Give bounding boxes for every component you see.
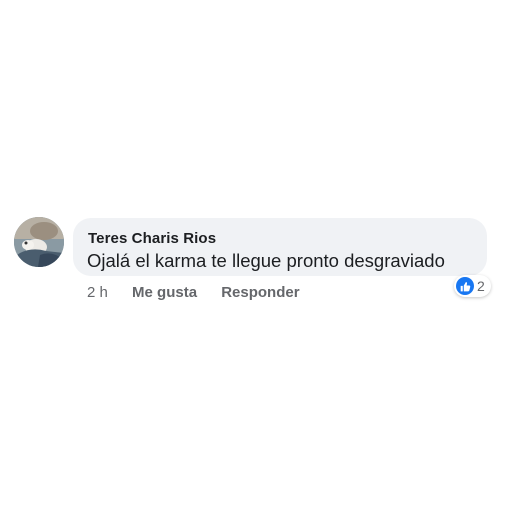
reaction-count: 2 [477, 278, 485, 294]
comment-author[interactable]: Teres Charis Rios [88, 230, 216, 247]
reaction-summary[interactable]: 2 [454, 275, 491, 297]
comment-timestamp[interactable]: 2 h [87, 284, 108, 301]
avatar[interactable] [14, 217, 64, 267]
comment-text: Ojalá el karma te llegue pronto desgravi… [87, 250, 445, 271]
comment-actions: 2 h Me gusta Responder [87, 284, 320, 301]
comment: Teres Charis Rios Ojalá el karma te lleg… [14, 214, 504, 310]
comment-bubble: Teres Charis Rios Ojalá el karma te lleg… [73, 218, 487, 276]
like-button[interactable]: Me gusta [132, 284, 197, 301]
like-icon [456, 277, 474, 295]
reply-button[interactable]: Responder [221, 284, 299, 301]
profile-photo [14, 217, 64, 267]
